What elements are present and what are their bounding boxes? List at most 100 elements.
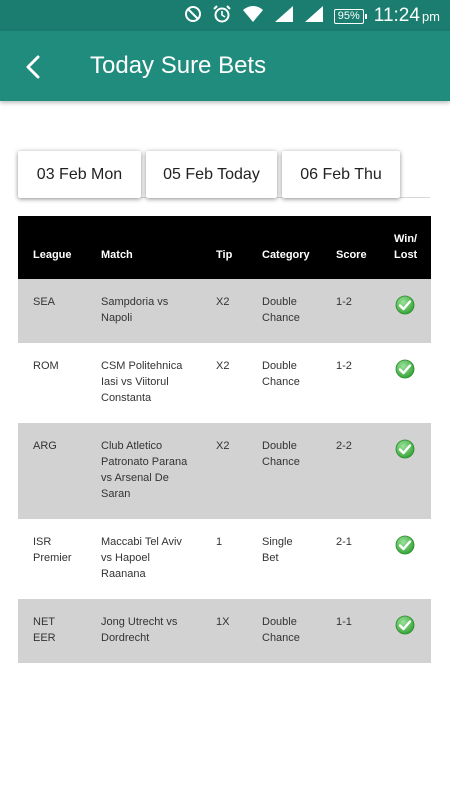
cell-match: Jong Utrecht vs Dordrecht: [101, 614, 177, 646]
cell-tip-line: 1: [216, 536, 223, 548]
cell-league-line: ARG: [33, 440, 57, 452]
cell-league-line: SEA: [33, 296, 56, 308]
cell-category: Single Bet: [262, 534, 293, 566]
status-bar: 95% 11:24 pm: [0, 0, 450, 31]
table-row: NET EER Jong Utrecht vs Dordrecht 1X Double Ch…: [18, 599, 431, 663]
cell-match-line: Napoli: [101, 312, 133, 324]
table-row: ISR Premier Maccabi Tel Aviv vs Hapoel Raana…: [18, 519, 431, 599]
cell-league-line: ROM: [33, 360, 59, 372]
header-tip: Tip: [216, 249, 233, 261]
cell-score: 2-1: [336, 534, 352, 550]
cell-match-line: vs Arsenal De: [101, 472, 169, 484]
cell-league: SEA: [33, 294, 55, 310]
cell-category: Double Chance: [262, 294, 300, 326]
cell-category-line: Double: [262, 440, 297, 452]
cell-tip-line: X2: [216, 360, 230, 372]
cell-category-line: Double: [262, 296, 297, 308]
win-check-icon: [395, 439, 415, 459]
cell-match: CSM Politehnica Iasi vs Viitorul Constanta: [101, 358, 182, 406]
header-win-lost-line2: Lost: [394, 249, 418, 261]
cell-category: Double Chance: [262, 438, 300, 470]
cell-category-line: Bet: [262, 552, 279, 564]
cell-category: Double Chance: [262, 614, 300, 646]
cell-score: 2-2: [336, 438, 352, 454]
cell-category-line: Chance: [262, 632, 300, 644]
header-win-lost-line1: Win/: [394, 233, 418, 245]
header-score: Score: [336, 249, 367, 261]
cell-match: Maccabi Tel Aviv vs Hapoel Raanana: [101, 534, 182, 582]
tab-05-feb-today[interactable]: 05 Feb Today: [146, 151, 277, 198]
cell-category-line: Single: [262, 536, 293, 548]
cell-tip: 1X: [216, 614, 229, 630]
signal-icon: [274, 5, 294, 28]
header-match: Match: [101, 249, 133, 261]
battery-icon: 95%: [333, 8, 367, 24]
cell-score-line: 1-2: [336, 296, 352, 308]
wifi-icon: [242, 5, 264, 28]
cell-league-line: Premier: [33, 552, 72, 564]
cell-score-line: 1-2: [336, 360, 352, 372]
cell-match-line: Constanta: [101, 392, 152, 404]
cell-score-line: 1-1: [336, 616, 352, 628]
cell-match-line: Maccabi Tel Aviv: [101, 536, 182, 548]
win-check-icon: [395, 359, 415, 379]
cell-league-line: NET: [33, 616, 55, 628]
cell-league: ROM: [33, 358, 59, 374]
cell-category-line: Chance: [262, 456, 300, 468]
page-title: Today Sure Bets: [90, 52, 267, 79]
back-button[interactable]: [18, 51, 50, 83]
cell-tip: X2: [216, 294, 229, 310]
cell-match-line: Saran: [101, 488, 131, 500]
cell-category: Double Chance: [262, 358, 300, 390]
win-check-icon: [395, 295, 415, 315]
cell-category-line: Chance: [262, 376, 300, 388]
cell-league: NET EER: [33, 614, 56, 646]
app-bar: Today Sure Bets: [0, 31, 450, 101]
cell-tip-line: X2: [216, 440, 230, 452]
tab-03-feb[interactable]: 03 Feb Mon: [18, 151, 141, 198]
cell-league-line: EER: [33, 632, 56, 644]
cell-score: 1-1: [336, 614, 352, 630]
table-header: League Match Tip Category Score Win/ Los…: [18, 216, 431, 279]
tab-06-feb[interactable]: 06 Feb Thu: [282, 151, 400, 198]
cell-category-line: Double: [262, 616, 297, 628]
cell-match-line: Dordrecht: [101, 632, 150, 644]
cell-category-line: Chance: [262, 312, 300, 324]
cell-match: Club Atletico Patronato Parana vs Arsenal …: [101, 438, 187, 502]
cell-tip: X2: [216, 438, 229, 454]
alarm-icon: [212, 4, 232, 29]
cell-score: 1-2: [336, 294, 352, 310]
cell-score-line: 2-1: [336, 536, 352, 548]
cell-league-line: ISR: [33, 536, 52, 548]
header-league: League: [33, 249, 72, 261]
cell-match-line: Jong Utrecht vs: [101, 616, 178, 628]
date-tabs: 03 Feb Mon 05 Feb Today 06 Feb Thu: [18, 151, 430, 198]
win-check-icon: [395, 535, 415, 555]
header-category: Category: [262, 249, 310, 261]
back-arrow-icon: [26, 55, 40, 79]
cell-match-line: Raanana: [101, 568, 146, 580]
win-check-icon: [395, 615, 415, 635]
table-row: ARG Club Atletico Patronato Parana vs Arsen…: [18, 423, 431, 519]
cell-match-line: Iasi vs Viitorul: [101, 376, 169, 388]
cell-tip-line: X2: [216, 296, 230, 308]
cell-match-line: Sampdoria vs: [101, 296, 169, 308]
cell-match-line: Club Atletico: [101, 440, 163, 452]
table-row: SEA Sampdoria vs Napoli X2 Double Chance 1-2: [18, 279, 431, 343]
do-not-disturb-icon: [184, 5, 202, 28]
cell-tip-line: 1X: [216, 616, 230, 628]
cell-tip: 1: [216, 534, 222, 550]
cell-match-line: Patronato Parana: [101, 456, 188, 468]
cell-score: 1-2: [336, 358, 352, 374]
table-body: SEA Sampdoria vs Napoli X2 Double Chance 1-2 RO…: [18, 279, 431, 663]
cell-match: Sampdoria vs Napoli: [101, 294, 168, 326]
cell-league: ARG: [33, 438, 57, 454]
cell-match-line: CSM Politehnica: [101, 360, 183, 372]
cell-score-line: 2-2: [336, 440, 352, 452]
bets-table: League Match Tip Category Score Win/ Los…: [18, 216, 431, 663]
clock: 11:24 pm: [373, 5, 440, 26]
cell-league: ISR Premier: [33, 534, 72, 566]
table-row: ROM CSM Politehnica Iasi vs Viitorul Consta…: [18, 343, 431, 423]
signal-icon-2: [304, 5, 324, 28]
cell-category-line: Double: [262, 360, 297, 372]
